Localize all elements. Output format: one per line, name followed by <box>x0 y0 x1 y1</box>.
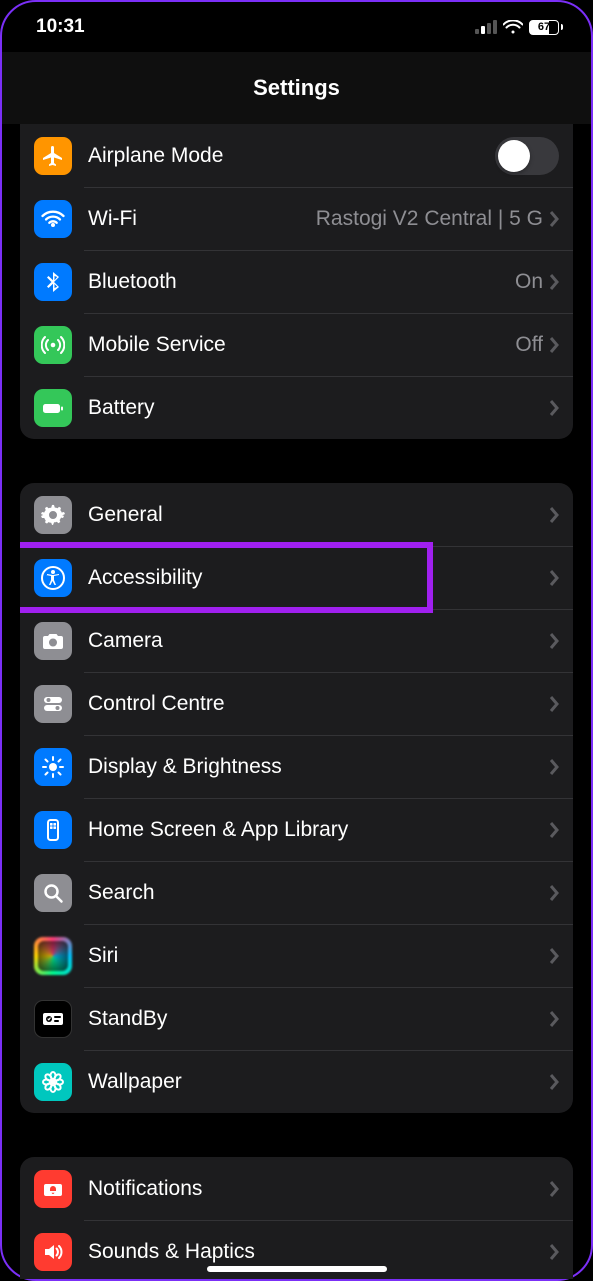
status-right: 67 <box>475 20 563 35</box>
home-icon <box>34 811 72 849</box>
settings-row-battery[interactable]: Battery <box>20 376 573 439</box>
row-label: Siri <box>88 944 549 968</box>
chevron-right-icon <box>549 1244 559 1260</box>
chevron-right-icon <box>549 1074 559 1090</box>
settings-row-siri[interactable]: Siri <box>20 924 573 987</box>
accessibility-icon <box>34 559 72 597</box>
cellular-icon <box>475 20 497 34</box>
row-label: Sounds & Haptics <box>88 1240 549 1264</box>
control-icon <box>34 685 72 723</box>
row-label: Control Centre <box>88 692 549 716</box>
settings-group: Airplane Mode Wi-FiRastogi V2 Central | 5… <box>20 124 573 439</box>
airplane-toggle[interactable] <box>495 137 559 175</box>
battery-percent: 67 <box>538 21 550 33</box>
page-title: Settings <box>2 52 591 124</box>
settings-row-wifi[interactable]: Wi-FiRastogi V2 Central | 5 G <box>20 187 573 250</box>
settings-list[interactable]: Airplane Mode Wi-FiRastogi V2 Central | 5… <box>2 124 591 1279</box>
sounds-icon <box>34 1233 72 1271</box>
row-label: StandBy <box>88 1007 549 1031</box>
status-time: 10:31 <box>36 16 85 38</box>
settings-row-mobile[interactable]: Mobile ServiceOff <box>20 313 573 376</box>
camera-icon <box>34 622 72 660</box>
chevron-right-icon <box>549 337 559 353</box>
general-icon <box>34 496 72 534</box>
settings-group: General Accessibility Camera Control Centre… <box>20 483 573 1113</box>
row-value: Rastogi V2 Central | 5 G <box>316 207 543 231</box>
row-label: General <box>88 503 549 527</box>
row-label: Home Screen & App Library <box>88 818 549 842</box>
row-label: Bluetooth <box>88 270 515 294</box>
row-label: Wi-Fi <box>88 207 316 231</box>
standby-icon <box>34 1000 72 1038</box>
row-label: Accessibility <box>88 566 549 590</box>
row-label: Mobile Service <box>88 333 515 357</box>
airplane-icon <box>34 137 72 175</box>
notifications-icon <box>34 1170 72 1208</box>
settings-row-bluetooth[interactable]: BluetoothOn <box>20 250 573 313</box>
chevron-right-icon <box>549 633 559 649</box>
siri-icon <box>34 937 72 975</box>
settings-row-notifications[interactable]: Notifications <box>20 1157 573 1220</box>
row-value: On <box>515 270 543 294</box>
chevron-right-icon <box>549 1181 559 1197</box>
bluetooth-icon <box>34 263 72 301</box>
display-icon <box>34 748 72 786</box>
status-bar: 10:31 67 <box>2 2 591 52</box>
mobile-icon <box>34 326 72 364</box>
row-label: Airplane Mode <box>88 144 495 168</box>
chevron-right-icon <box>549 822 559 838</box>
settings-row-display[interactable]: Display & Brightness <box>20 735 573 798</box>
battery-icon <box>34 389 72 427</box>
wifi-icon <box>34 200 72 238</box>
settings-row-camera[interactable]: Camera <box>20 609 573 672</box>
row-label: Notifications <box>88 1177 549 1201</box>
chevron-right-icon <box>549 507 559 523</box>
row-label: Battery <box>88 396 549 420</box>
wallpaper-icon <box>34 1063 72 1101</box>
row-label: Wallpaper <box>88 1070 549 1094</box>
settings-row-general[interactable]: General <box>20 483 573 546</box>
settings-row-standby[interactable]: StandBy <box>20 987 573 1050</box>
chevron-right-icon <box>549 948 559 964</box>
settings-row-airplane[interactable]: Airplane Mode <box>20 124 573 187</box>
chevron-right-icon <box>549 211 559 227</box>
chevron-right-icon <box>549 274 559 290</box>
chevron-right-icon <box>549 885 559 901</box>
battery-indicator: 67 <box>529 20 563 35</box>
settings-row-search[interactable]: Search <box>20 861 573 924</box>
chevron-right-icon <box>549 759 559 775</box>
wifi-status-icon <box>503 20 523 34</box>
settings-group: Notifications Sounds & Haptics <box>20 1157 573 1279</box>
settings-row-accessibility[interactable]: Accessibility <box>20 546 573 609</box>
row-label: Camera <box>88 629 549 653</box>
settings-row-home[interactable]: Home Screen & App Library <box>20 798 573 861</box>
chevron-right-icon <box>549 400 559 416</box>
row-value: Off <box>515 333 543 357</box>
chevron-right-icon <box>549 1011 559 1027</box>
chevron-right-icon <box>549 570 559 586</box>
home-indicator[interactable] <box>207 1266 387 1272</box>
chevron-right-icon <box>549 696 559 712</box>
settings-row-wallpaper[interactable]: Wallpaper <box>20 1050 573 1113</box>
search-icon <box>34 874 72 912</box>
row-label: Search <box>88 881 549 905</box>
settings-row-control[interactable]: Control Centre <box>20 672 573 735</box>
row-label: Display & Brightness <box>88 755 549 779</box>
